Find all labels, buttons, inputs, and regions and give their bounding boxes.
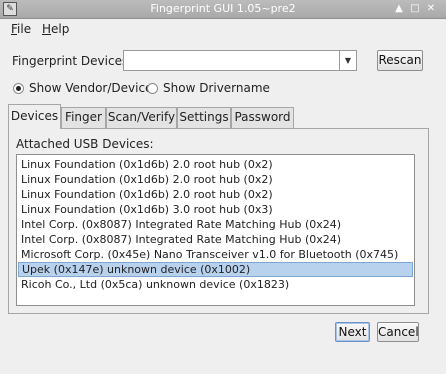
cancel-button[interactable]: Cancel xyxy=(377,322,419,342)
menu-help[interactable]: Help xyxy=(42,22,69,36)
close-icon[interactable]: ✕ xyxy=(424,2,438,16)
show-drivername-radio[interactable] xyxy=(147,83,158,94)
tab-devices[interactable]: Devices xyxy=(8,104,61,129)
up-icon[interactable]: ▲ xyxy=(392,2,406,16)
tab-password[interactable]: Password xyxy=(231,107,294,128)
attached-usb-devices-label: Attached USB Devices: xyxy=(16,137,154,151)
menu-file[interactable]: File xyxy=(11,22,31,36)
list-item-selected[interactable]: Upek (0x147e) unknown device (0x1002) xyxy=(18,262,413,277)
chevron-down-icon[interactable]: ▼ xyxy=(339,51,356,70)
list-item[interactable]: Ricoh Co., Ltd (0x5ca) unknown device (0… xyxy=(18,277,413,292)
tab-finger[interactable]: Finger xyxy=(61,107,106,128)
window-title: Fingerprint GUI 1.05~pre2 xyxy=(150,2,296,15)
list-item[interactable]: Intel Corp. (0x8087) Integrated Rate Mat… xyxy=(18,232,413,247)
tab-scan-verify[interactable]: Scan/Verify xyxy=(106,107,177,128)
fingerprint-devices-label: Fingerprint Devices: xyxy=(12,54,133,68)
list-item[interactable]: Linux Foundation (0x1d6b) 3.0 root hub (… xyxy=(18,202,413,217)
list-item[interactable]: Linux Foundation (0x1d6b) 2.0 root hub (… xyxy=(18,187,413,202)
tab-settings[interactable]: Settings xyxy=(177,107,231,128)
list-item[interactable]: Linux Foundation (0x1d6b) 2.0 root hub (… xyxy=(18,157,413,172)
maximize-icon[interactable]: □ xyxy=(408,2,422,16)
fingerprint-devices-combo[interactable]: ▼ xyxy=(123,50,357,71)
rescan-button[interactable]: Rescan xyxy=(377,50,423,71)
radio-selected-dot xyxy=(16,86,21,91)
menu-bar: File Help xyxy=(0,19,446,39)
list-item[interactable]: Microsoft Corp. (0x45e) Nano Transceiver… xyxy=(18,247,413,262)
title-bar[interactable]: ✎ Fingerprint GUI 1.05~pre2 ▲ □ ✕ xyxy=(0,0,446,19)
list-item[interactable]: Intel Corp. (0x8087) Integrated Rate Mat… xyxy=(18,217,413,232)
main-window: ✎ Fingerprint GUI 1.05~pre2 ▲ □ ✕ File H… xyxy=(0,0,446,374)
usb-device-list[interactable]: Linux Foundation (0x1d6b) 2.0 root hub (… xyxy=(16,154,415,306)
show-vendor-label[interactable]: Show Vendor/Device xyxy=(29,81,152,95)
show-vendor-radio[interactable] xyxy=(13,83,24,94)
next-button[interactable]: Next xyxy=(335,322,370,342)
show-drivername-label[interactable]: Show Drivername xyxy=(163,81,270,95)
list-item[interactable]: Linux Foundation (0x1d6b) 2.0 root hub (… xyxy=(18,172,413,187)
